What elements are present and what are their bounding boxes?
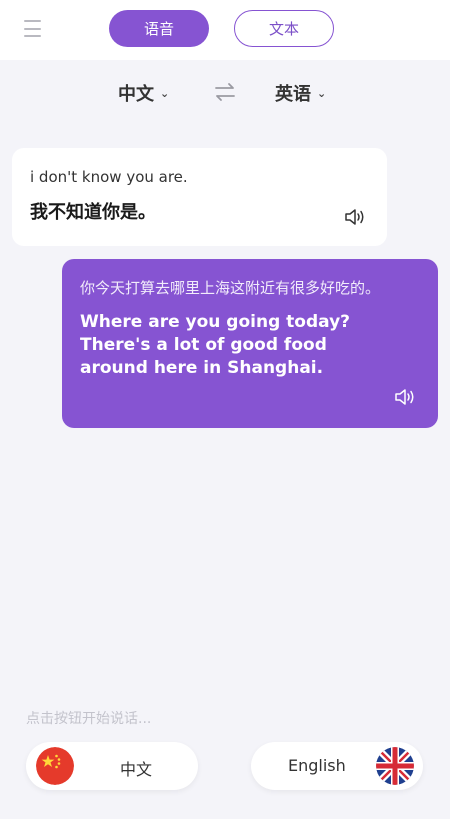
tab-text[interactable]: 文本: [234, 10, 334, 47]
speak-english-button[interactable]: English: [251, 742, 423, 790]
swap-languages-icon[interactable]: [213, 82, 237, 102]
chevron-down-icon: ⌄: [160, 86, 170, 100]
message-source-text: 你今天打算去哪里上海这附近有很多好吃的。: [80, 279, 381, 297]
tab-voice[interactable]: 语音: [109, 10, 209, 47]
message-bubble-received: i don't know you are. 我不知道你是。: [12, 148, 387, 246]
chevron-down-icon: ⌄: [317, 86, 327, 100]
language-selector-bar: 中文 ⌄ 英语 ⌄: [0, 72, 450, 112]
message-source-text: i don't know you are.: [30, 168, 188, 186]
uk-flag-icon: [376, 747, 414, 785]
target-language-label: 英语: [275, 84, 311, 105]
source-language-label: 中文: [118, 84, 154, 105]
target-language-select[interactable]: 英语 ⌄: [275, 80, 326, 106]
speak-chinese-button[interactable]: 中文: [26, 742, 198, 790]
speak-hint: 点击按钮开始说话...: [26, 711, 152, 727]
message-translated-text: 我不知道你是。: [30, 202, 156, 223]
speak-chinese-label: 中文: [120, 760, 153, 779]
message-bubble-sent: 你今天打算去哪里上海这附近有很多好吃的。 Where are you going…: [62, 259, 438, 428]
source-language-select[interactable]: 中文 ⌄: [118, 80, 169, 106]
menu-icon[interactable]: [24, 20, 41, 37]
top-bar: 语音 文本: [0, 0, 450, 60]
speaker-icon[interactable]: [394, 388, 416, 406]
speaker-icon[interactable]: [344, 208, 366, 226]
message-translated-text: Where are you going today? There's a lot…: [80, 312, 351, 378]
china-flag-icon: [36, 747, 74, 785]
speak-english-label: English: [288, 756, 346, 775]
